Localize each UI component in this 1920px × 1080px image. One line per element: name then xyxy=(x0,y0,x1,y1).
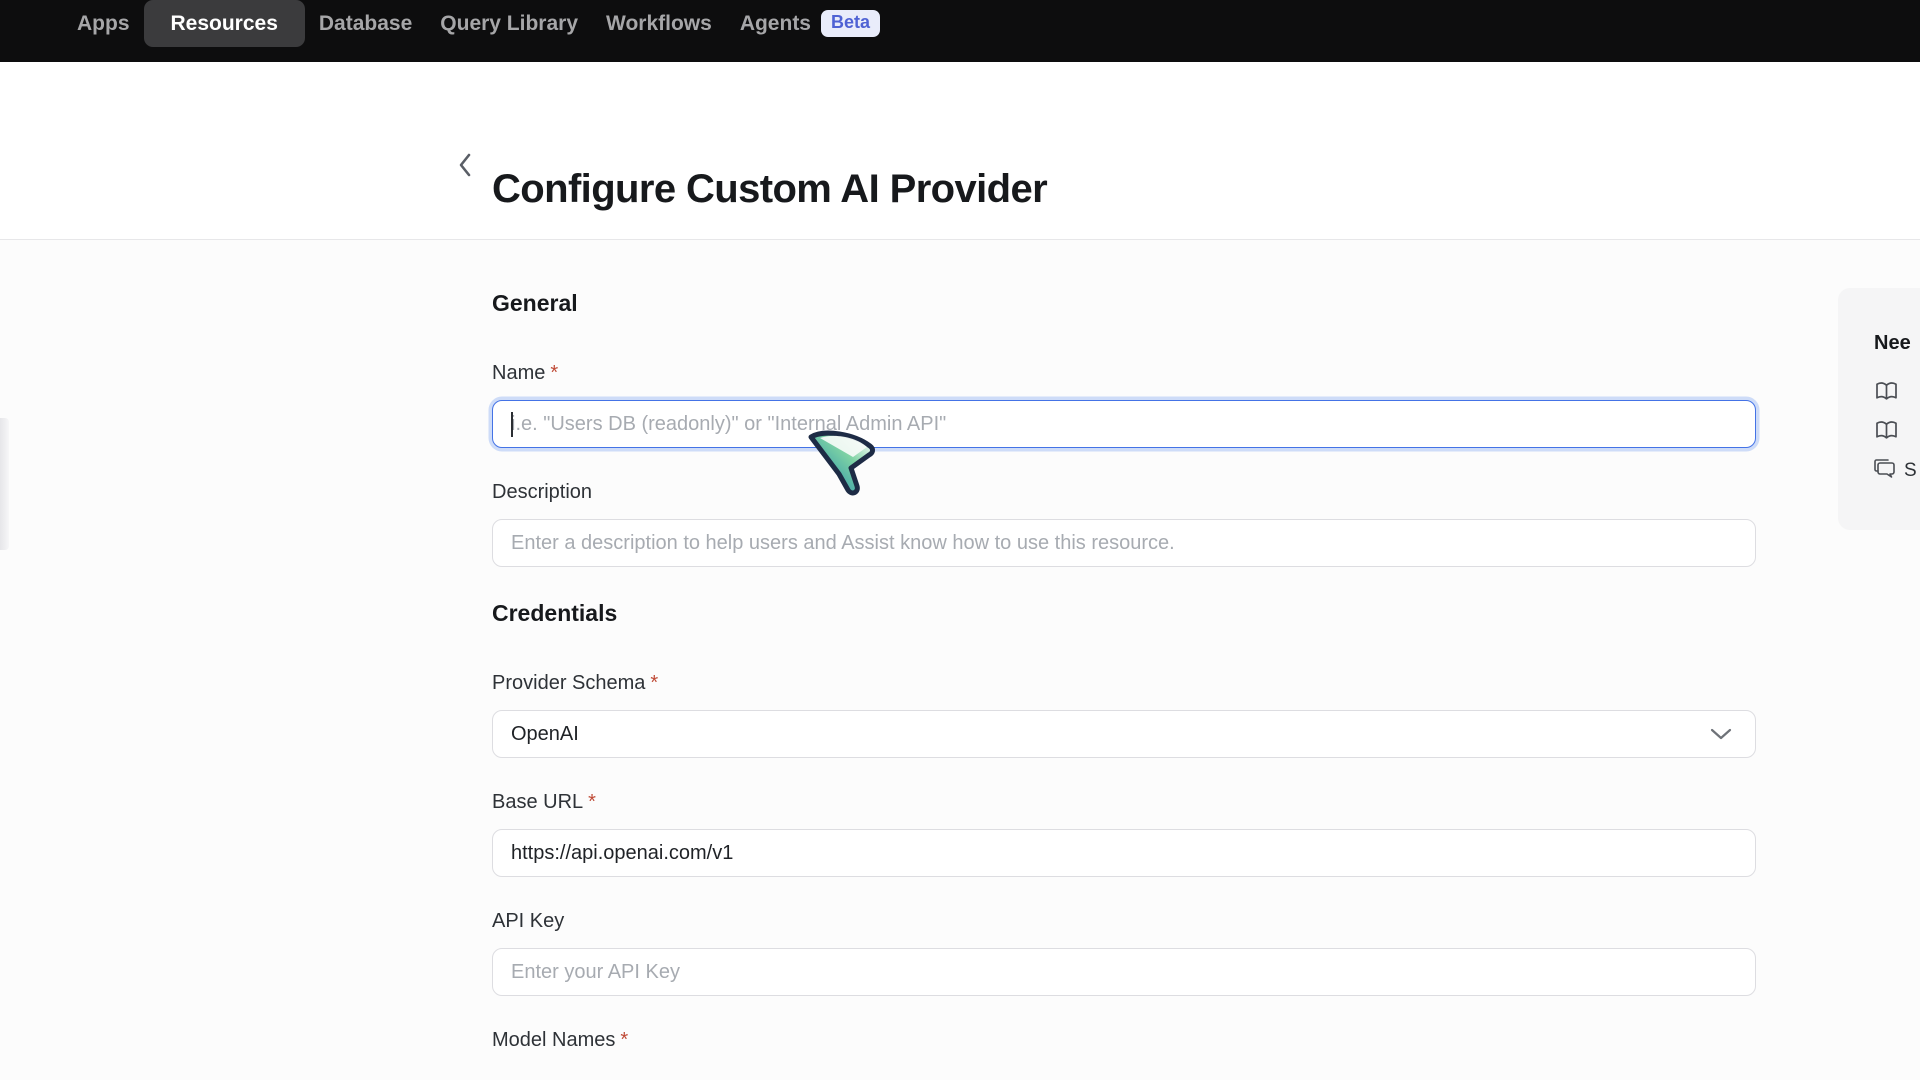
help-link-docs-1[interactable] xyxy=(1874,381,1920,407)
required-asterisk: * xyxy=(550,362,558,384)
section-heading-credentials: Credentials xyxy=(492,599,1920,627)
provider-schema-field-group: Provider Schema* OpenAI xyxy=(492,671,1756,758)
name-field-group: Name* xyxy=(492,361,1756,448)
book-icon xyxy=(1874,381,1899,407)
help-link-docs-2[interactable] xyxy=(1874,420,1920,446)
chevron-left-icon xyxy=(457,152,473,183)
beta-badge: Beta xyxy=(821,10,880,37)
api-key-input[interactable] xyxy=(492,948,1756,996)
nav-tab-database[interactable]: Database xyxy=(305,0,426,47)
nav-tab-agents[interactable]: Agents Beta xyxy=(726,0,894,47)
top-nav-bar: Apps Resources Database Query Library Wo… xyxy=(0,0,1920,62)
name-label: Name* xyxy=(492,361,1756,385)
required-asterisk: * xyxy=(588,791,596,813)
base-url-input[interactable] xyxy=(492,829,1756,877)
base-url-label: Base URL* xyxy=(492,790,1756,814)
description-input[interactable] xyxy=(492,519,1756,567)
required-asterisk: * xyxy=(620,1029,628,1051)
nav-tab-label: Workflows xyxy=(606,12,712,36)
nav-tab-label: Database xyxy=(319,12,412,36)
resource-config-form: General Name* Description Credentials Pr… xyxy=(0,240,1920,1052)
chevron-down-icon xyxy=(1709,727,1733,741)
model-names-field-group: Model Names* xyxy=(492,1028,1756,1052)
api-key-field-group: API Key xyxy=(492,909,1756,996)
base-url-field-group: Base URL* xyxy=(492,790,1756,877)
nav-tab-resources[interactable]: Resources xyxy=(144,0,305,47)
description-field-group: Description xyxy=(492,480,1756,567)
nav-tab-label: Agents xyxy=(740,12,811,36)
description-label: Description xyxy=(492,480,1756,504)
chat-icon xyxy=(1874,459,1895,483)
required-asterisk: * xyxy=(650,672,658,694)
back-button[interactable] xyxy=(448,150,482,184)
nav-tab-label: Apps xyxy=(77,12,130,36)
left-panel-edge-artifact xyxy=(0,418,9,550)
book-icon xyxy=(1874,420,1899,446)
api-key-label: API Key xyxy=(492,909,1756,933)
provider-schema-selected-value: OpenAI xyxy=(511,723,579,746)
model-names-label: Model Names* xyxy=(492,1028,1756,1052)
page-title: Configure Custom AI Provider xyxy=(492,167,1047,212)
help-link-support[interactable]: S xyxy=(1874,459,1920,483)
nav-tab-workflows[interactable]: Workflows xyxy=(592,0,726,47)
help-link-label: S xyxy=(1904,460,1917,482)
nav-tab-label: Query Library xyxy=(440,12,578,36)
text-caret xyxy=(511,412,513,437)
section-heading-general: General xyxy=(492,289,1920,317)
name-input[interactable] xyxy=(492,400,1756,448)
provider-schema-select[interactable]: OpenAI xyxy=(492,710,1756,758)
help-panel: Nee xyxy=(1838,288,1920,530)
nav-tab-apps[interactable]: Apps xyxy=(63,0,144,47)
nav-tab-label: Resources xyxy=(171,12,278,36)
provider-schema-label: Provider Schema* xyxy=(492,671,1756,695)
help-panel-title: Nee xyxy=(1874,332,1920,355)
page-header: Configure Custom AI Provider xyxy=(0,62,1920,240)
nav-tab-query-library[interactable]: Query Library xyxy=(426,0,592,47)
